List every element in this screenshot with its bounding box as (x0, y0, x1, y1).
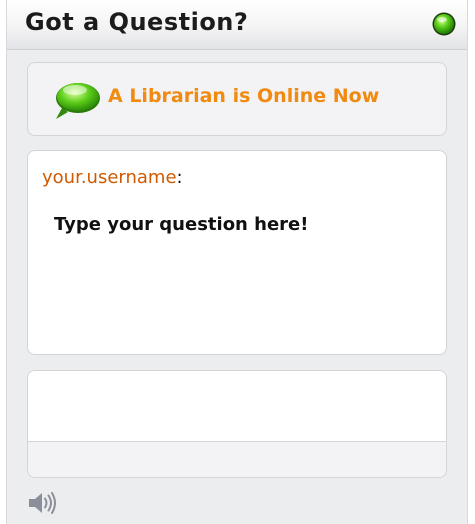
chat-transcript: your.username: Type your question here! (27, 150, 447, 355)
chat-widget: Got a Question? A Librarian is Online No… (6, 0, 468, 524)
message-input[interactable] (28, 371, 446, 441)
chat-username-line: your.username: (42, 167, 183, 188)
input-toolbar (28, 441, 446, 477)
speaker-icon[interactable] (27, 490, 57, 516)
chat-username: your.username (42, 167, 177, 188)
librarian-online-status: A Librarian is Online Now (108, 85, 380, 107)
online-status-icon (432, 12, 456, 36)
chat-message: Type your question here! (54, 214, 309, 235)
librarian-status-panel: A Librarian is Online Now (27, 62, 447, 136)
message-input-panel (27, 370, 447, 478)
chat-username-separator: : (176, 167, 183, 188)
widget-title: Got a Question? (25, 8, 249, 36)
speech-bubble-icon (56, 83, 100, 119)
widget-header: Got a Question? (7, 0, 467, 50)
